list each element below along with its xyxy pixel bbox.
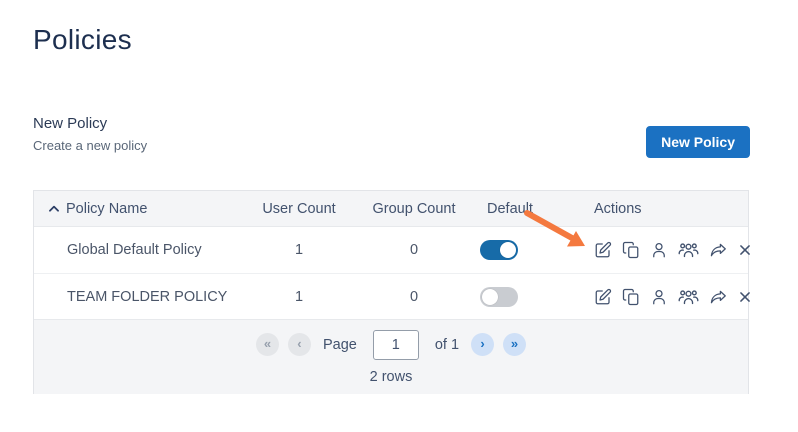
delete-icon[interactable] <box>738 243 752 257</box>
column-header-user-count[interactable]: User Count <box>249 201 349 217</box>
policy-name-cell: TEAM FOLDER POLICY <box>67 288 228 305</box>
table-header-row: Policy Name User Count Group Count Defau… <box>34 191 748 227</box>
page-title: Policies <box>33 24 132 55</box>
page-of-label: of 1 <box>434 336 460 353</box>
copy-icon[interactable] <box>622 241 640 259</box>
section-subheading: Create a new policy <box>33 138 148 153</box>
next-page-button[interactable]: › <box>471 333 495 356</box>
page-label: Page <box>322 336 357 353</box>
default-toggle[interactable] <box>480 286 518 307</box>
column-header-group-count[interactable]: Group Count <box>349 201 479 217</box>
column-header-actions: Actions <box>594 200 642 217</box>
table-row: TEAM FOLDER POLICY 1 0 <box>34 273 750 319</box>
group-count-cell: 0 <box>409 242 419 258</box>
section-heading: New Policy <box>33 115 108 132</box>
first-page-button[interactable]: « <box>255 333 279 356</box>
actions-cell <box>574 241 752 259</box>
assign-group-icon[interactable] <box>678 241 699 259</box>
assign-group-icon[interactable] <box>678 288 699 306</box>
last-page-button[interactable]: » <box>503 333 527 356</box>
delete-icon[interactable] <box>738 290 752 304</box>
table-footer: « ‹ Page of 1 › » 2 rows <box>34 319 748 394</box>
user-count-cell: 1 <box>294 242 304 258</box>
policy-name-cell: Global Default Policy <box>67 242 202 258</box>
assign-user-icon[interactable] <box>650 241 668 259</box>
table-row: Global Default Policy 1 0 <box>34 227 750 273</box>
edit-icon[interactable] <box>594 241 612 259</box>
copy-icon[interactable] <box>622 288 640 306</box>
actions-cell <box>574 288 752 306</box>
assign-user-icon[interactable] <box>650 288 668 306</box>
sort-ascending-icon <box>47 202 61 216</box>
default-toggle[interactable] <box>480 240 518 260</box>
toggle-knob <box>500 242 516 258</box>
user-count-cell: 1 <box>294 288 304 305</box>
rows-summary: 2 rows <box>369 368 413 385</box>
share-icon[interactable] <box>709 241 728 259</box>
new-policy-button[interactable]: New Policy <box>646 126 750 158</box>
column-header-default[interactable]: Default <box>479 201 574 217</box>
policies-table: Policy Name User Count Group Count Defau… <box>33 190 750 394</box>
edit-icon[interactable] <box>594 288 612 306</box>
pagination: « ‹ Page of 1 › » <box>255 329 527 360</box>
prev-page-button[interactable]: ‹ <box>287 333 311 356</box>
share-icon[interactable] <box>709 288 728 306</box>
group-count-cell: 0 <box>409 288 419 305</box>
toggle-knob <box>482 288 498 305</box>
page-number-input[interactable] <box>372 329 419 360</box>
column-header-policy-name[interactable]: Policy Name <box>34 201 249 217</box>
